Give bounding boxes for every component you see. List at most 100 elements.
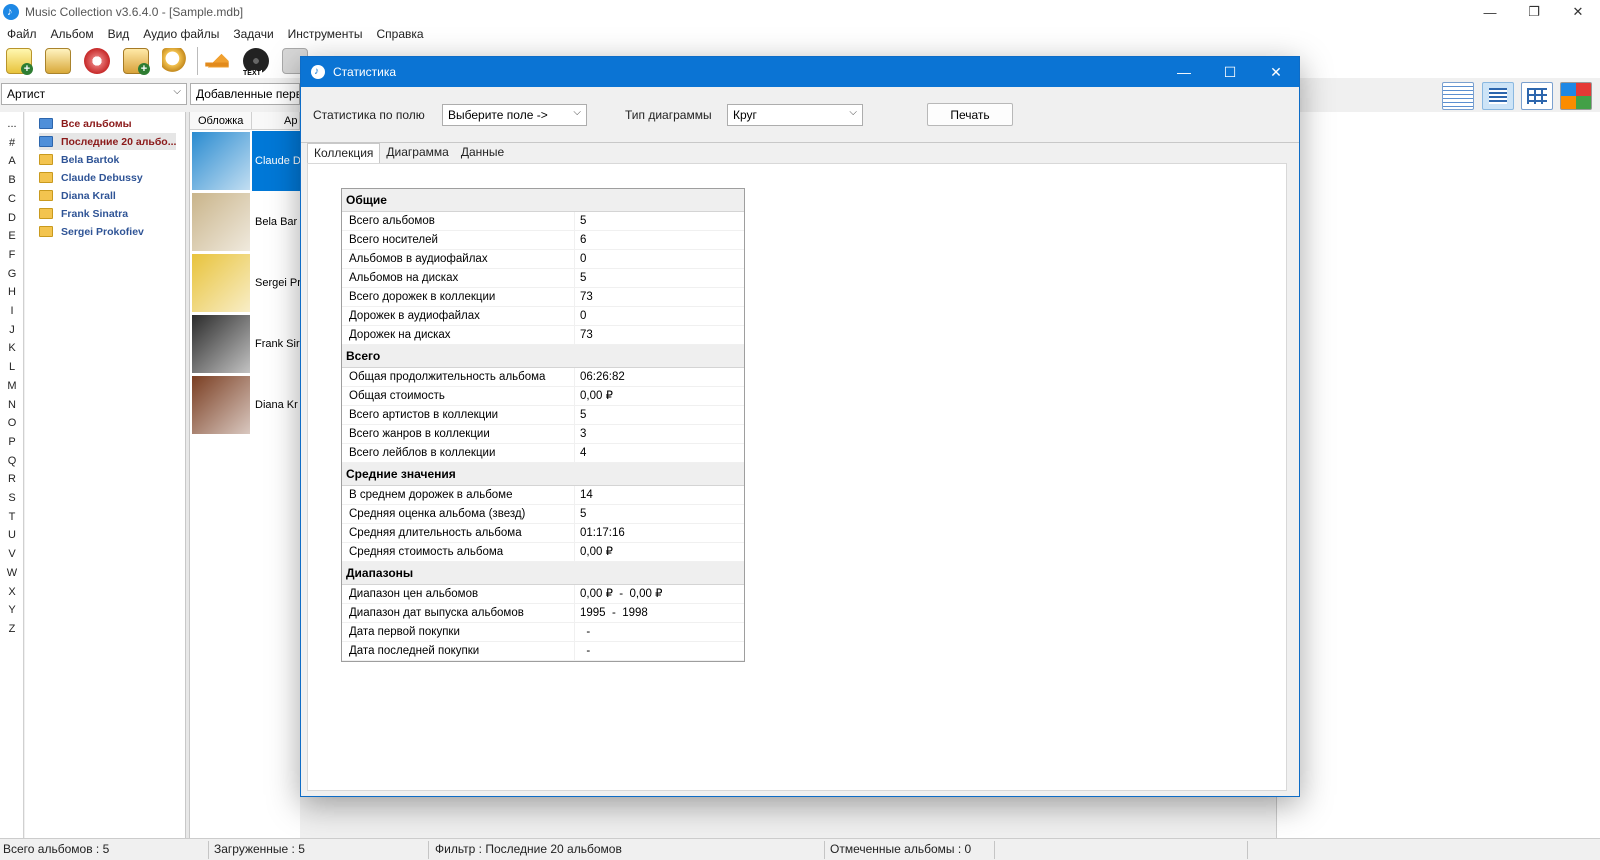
search-icon[interactable] [162,48,188,74]
stats-row: Общая стоимость 0,00 ₽ [342,387,744,406]
tree-item-label: Последние 20 альбо... [61,135,177,148]
stats-row-label: Общая продолжительность альбома [342,368,575,386]
dialog-minimize-button[interactable]: — [1161,57,1207,87]
album-row[interactable]: Diana Kr [190,375,300,435]
letter-index-item[interactable]: P [0,436,24,448]
letter-index-item[interactable]: T [0,511,24,523]
letter-index-item[interactable]: R [0,473,24,485]
stats-row-value: 0,00 ₽ - 0,00 ₽ [580,588,663,600]
letter-index-item[interactable]: W [0,567,24,579]
tab-chart[interactable]: Диаграмма [380,143,454,162]
menu-album[interactable]: Альбом [44,27,101,41]
status-loaded: Загруженные : 5 [214,842,305,856]
tab-data[interactable]: Данные [455,143,510,162]
letter-index-item[interactable]: Q [0,455,24,467]
stats-row: Всего жанров в коллекции 3 [342,425,744,444]
letter-index-item[interactable]: # [0,137,24,149]
letter-index-item[interactable]: H [0,286,24,298]
letter-index-item[interactable]: C [0,193,24,205]
status-separator [824,841,825,859]
menu-audio-files[interactable]: Аудио файлы [136,27,226,41]
stats-section-header: Всего [342,345,744,368]
add-from-db-icon[interactable] [45,48,71,74]
column-cover[interactable]: Обложка [190,112,252,130]
letter-index-item[interactable]: B [0,174,24,186]
stats-field-select[interactable]: Выберите поле -> ⌵ [442,104,587,126]
menu-tools[interactable]: Инструменты [281,27,370,41]
album-row[interactable]: Sergei Pr [190,253,300,313]
letter-index-item[interactable]: X [0,586,24,598]
dialog-title: Статистика [333,65,397,79]
letter-index-item[interactable]: E [0,230,24,242]
eject-icon[interactable] [205,49,229,68]
album-row[interactable]: Bela Bar [190,192,300,252]
chart-type-select[interactable]: Круг ⌵ [727,104,863,126]
column-artist[interactable]: Ар [252,112,300,130]
add-from-cd-icon[interactable] [84,48,110,74]
stats-row-value: 73 [580,329,593,341]
restore-button[interactable]: ❐ [1512,0,1556,24]
close-button[interactable]: ✕ [1556,0,1600,24]
album-row[interactable]: Frank Sir [190,314,300,374]
tab-collection[interactable]: Коллекция [307,143,381,164]
tree-item[interactable]: Diana Krall [39,187,116,204]
add-album-icon[interactable]: + [6,48,33,75]
letter-index-item[interactable]: N [0,399,24,411]
letter-index-item[interactable]: L [0,361,24,373]
stats-row: Дата последней покупки - [342,642,744,661]
letter-index-item[interactable]: G [0,268,24,280]
letter-index-item[interactable]: I [0,305,24,317]
stats-section-header: Средние значения [342,463,744,486]
album-row[interactable]: Claude D [190,131,300,191]
tree-item[interactable]: Frank Sinatra [39,205,128,222]
stats-row-label: Диапазон цен альбомов [342,585,575,603]
view-covers-icon[interactable] [1560,82,1592,110]
dialog-maximize-button[interactable]: ☐ [1207,57,1253,87]
minimize-button[interactable]: — [1468,0,1512,24]
letter-index-item[interactable]: M [0,380,24,392]
letter-index-item[interactable]: K [0,342,24,354]
add-from-disc-icon[interactable]: + [123,48,150,75]
menu-file[interactable]: Файл [0,27,44,41]
tree-item[interactable]: Claude Debussy [39,169,143,186]
view-details-icon[interactable] [1442,82,1474,110]
stats-row-value: 0 [580,310,587,322]
sort-order-select[interactable]: Добавленные первые [190,83,300,105]
filter-field-select[interactable]: Артист ⌵ [1,83,187,105]
print-button[interactable]: Печать [927,103,1013,126]
stats-row-label: В среднем дорожек в альбоме [342,486,575,504]
stats-row-label: Альбомов на дисках [342,269,575,287]
letter-index-item[interactable]: U [0,529,24,541]
view-list-icon[interactable] [1482,82,1514,110]
status-separator [428,841,429,859]
letter-index-item[interactable]: S [0,492,24,504]
chart-type-value: Круг [733,108,757,122]
tree-item[interactable]: Bela Bartok [39,151,119,168]
menu-view[interactable]: Вид [101,27,137,41]
dialog-close-button[interactable]: ✕ [1253,57,1299,87]
text-disc-icon[interactable]: TEXT [242,48,269,77]
tree-item-label: Все альбомы [61,117,132,130]
collection-folder-icon [39,118,53,129]
letter-index-item[interactable]: Z [0,623,24,635]
tree-item-label: Claude Debussy [61,171,143,184]
letter-index-item[interactable]: F [0,249,24,261]
letter-index-item[interactable]: ... [0,118,24,130]
stats-row: Общая продолжительность альбома 06:26:82 [342,368,744,387]
letter-index-item[interactable]: D [0,212,24,224]
stats-row-value: 6 [580,234,587,246]
tree-item[interactable]: Последние 20 альбо... [39,133,177,150]
letter-index-item[interactable]: Y [0,604,24,616]
menu-tasks[interactable]: Задачи [226,27,280,41]
stats-row: Всего дорожек в коллекции 73 [342,288,744,307]
letter-index-item[interactable]: O [0,417,24,429]
tree-item[interactable]: Все альбомы [39,115,132,132]
tree-item[interactable]: Sergei Prokofiev [39,223,144,240]
letter-index-item[interactable]: V [0,548,24,560]
view-grid-icon[interactable] [1521,82,1553,110]
album-cover-image [192,376,250,434]
menu-help[interactable]: Справка [369,27,430,41]
letter-index-item[interactable]: J [0,324,24,336]
stats-row-value: - [580,645,591,657]
letter-index-item[interactable]: A [0,155,24,167]
